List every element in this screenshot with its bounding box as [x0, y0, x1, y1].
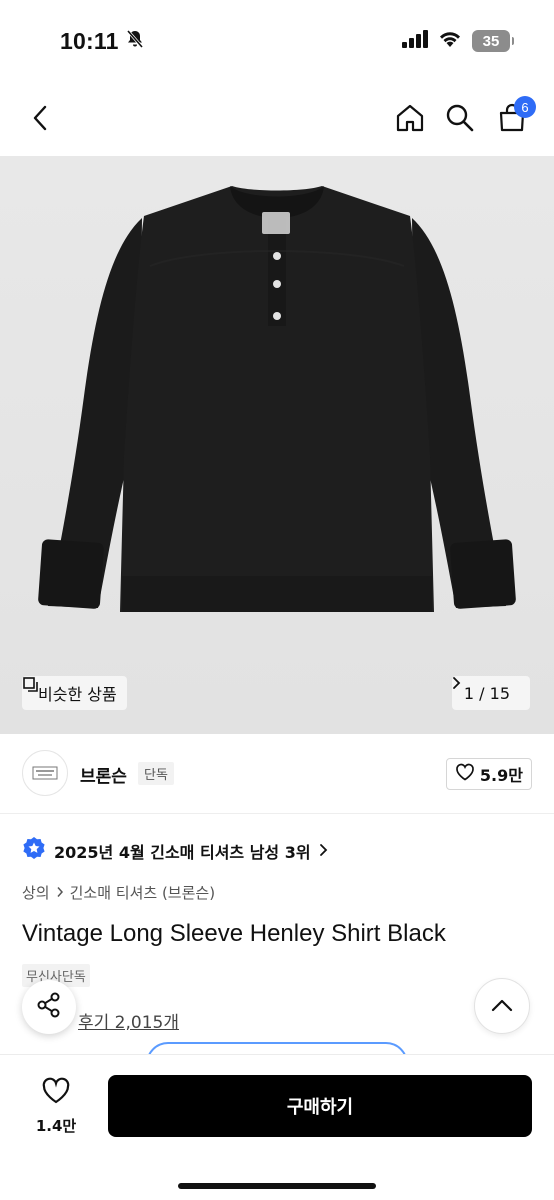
silent-bell-icon	[125, 28, 145, 55]
breadcrumb-subcategory[interactable]: 긴소매 티셔츠 (브론슨)	[70, 882, 215, 903]
status-time: 10:11	[60, 28, 145, 55]
heart-icon	[41, 1077, 71, 1109]
brand-row: 브론슨 단독 5.9만	[0, 734, 554, 814]
battery-indicator: 35	[472, 30, 514, 52]
product-image	[0, 156, 554, 734]
heart-icon	[455, 763, 475, 785]
wishlist-count: 1.4만	[35, 1117, 77, 1135]
brand-like-button[interactable]: 5.9만	[445, 758, 532, 790]
back-button[interactable]	[22, 102, 58, 138]
home-indicator	[178, 1183, 376, 1189]
scroll-top-button[interactable]	[474, 978, 530, 1034]
brand-name[interactable]: 브론슨	[80, 762, 127, 787]
home-icon	[394, 102, 426, 138]
review-count-link[interactable]: 후기 2,015개	[78, 1008, 179, 1033]
status-indicators: 35	[402, 30, 514, 52]
share-button[interactable]	[22, 980, 76, 1034]
wifi-icon	[438, 30, 462, 52]
image-page-counter[interactable]: 1 / 15	[451, 676, 530, 710]
page-counter-text: 1 / 15	[463, 683, 510, 703]
chevron-right-icon	[56, 884, 64, 902]
bottom-purchase-bar: 1.4만 구매하기	[0, 1054, 554, 1200]
ranking-text: 2025년 4월 긴소매 티셔츠 남성 3위	[54, 843, 311, 862]
signal-icon	[402, 30, 428, 52]
chevron-left-icon	[30, 104, 50, 136]
ranking-badge-icon	[22, 836, 46, 866]
wishlist-button[interactable]: 1.4만	[28, 1077, 84, 1136]
brand-logo[interactable]	[22, 750, 68, 796]
cart-button[interactable]: 6	[494, 96, 536, 138]
status-bar: 10:11 35	[0, 0, 554, 84]
search-icon	[444, 102, 476, 138]
product-title: Vintage Long Sleeve Henley Shirt Black	[22, 920, 446, 947]
breadcrumb-category[interactable]: 상의	[22, 882, 50, 903]
breadcrumb: 상의 긴소매 티셔츠 (브론슨)	[22, 882, 215, 903]
chevron-right-icon	[319, 842, 329, 861]
similar-products-button[interactable]: 비슷한 상품	[22, 676, 127, 710]
time-text: 10:11	[60, 28, 119, 54]
top-nav: 6	[0, 84, 554, 156]
ranking-link[interactable]: 2025년 4월 긴소매 티셔츠 남성 3위	[22, 836, 329, 866]
cart-count-badge: 6	[514, 96, 536, 118]
brand-exclusive-tag: 단독	[138, 762, 174, 785]
home-button[interactable]	[392, 102, 428, 138]
similar-products-label: 비슷한 상품	[38, 685, 117, 704]
search-button[interactable]	[442, 102, 478, 138]
chevron-up-icon	[491, 997, 513, 1016]
buy-button[interactable]: 구매하기	[108, 1075, 532, 1137]
brand-likes-count: 5.9만	[479, 766, 523, 785]
share-icon	[35, 991, 63, 1023]
product-image-gallery[interactable]: 비슷한 상품 1 / 15	[0, 156, 554, 734]
